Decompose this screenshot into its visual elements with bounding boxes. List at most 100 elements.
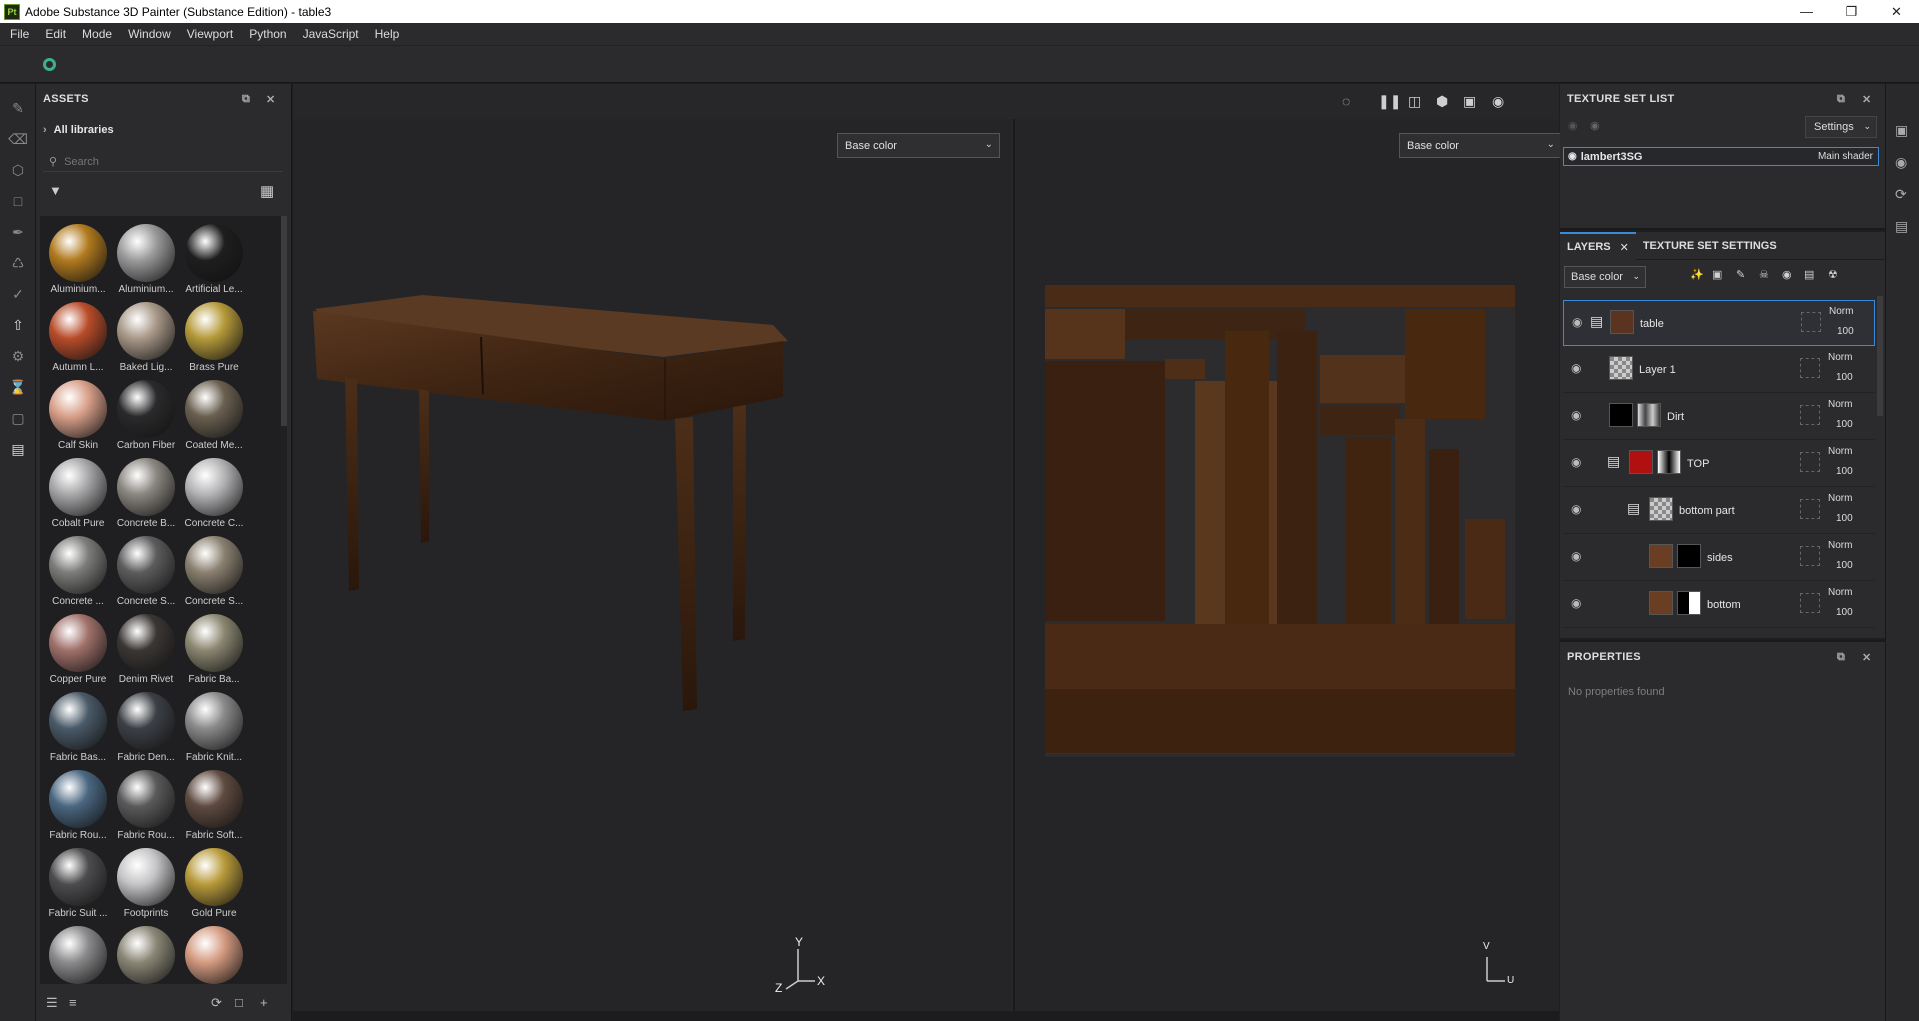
blend-mode[interactable]: Norm (1828, 399, 1852, 410)
maximize-icon[interactable]: ❐ (1829, 0, 1874, 23)
menu-viewport[interactable]: Viewport (179, 27, 241, 41)
layer-name[interactable]: Layer 1 (1639, 364, 1676, 376)
asset-thumbnail[interactable]: Fabric Ba... (180, 610, 248, 688)
close-tab-icon[interactable]: ✕ (1620, 241, 1629, 254)
close-icon[interactable]: ✕ (1874, 0, 1919, 23)
asset-thumbnail[interactable]: Fabric Suit ... (44, 844, 112, 922)
smudge-icon[interactable]: ✒ (8, 222, 28, 242)
layer-row[interactable]: ◉ Dirt Norm 100 (1563, 394, 1875, 440)
split-view-icon[interactable]: ◫ (1408, 93, 1421, 110)
color-picker-icon[interactable]: ✓ (8, 284, 28, 304)
asset-thumbnail[interactable]: Artificial Le... (180, 220, 248, 298)
layer-row[interactable]: ◉ ▤ TOP Norm 100 (1563, 441, 1875, 487)
projection-icon[interactable]: ⬡ (8, 160, 28, 180)
eye-icon[interactable]: ◉ (1571, 502, 1581, 516)
menu-help[interactable]: Help (367, 27, 408, 41)
asset-thumbnail[interactable]: Fabric Bas... (44, 688, 112, 766)
layer-name[interactable]: bottom (1707, 599, 1741, 611)
layer-name[interactable]: table (1640, 318, 1664, 330)
viewport-3d[interactable]: Base color ⌄ Y Z X (293, 119, 1011, 1011)
eye-icon[interactable]: ◉ (1572, 315, 1582, 329)
menu-python[interactable]: Python (241, 27, 294, 41)
eye-icon[interactable]: ◉ (1568, 151, 1577, 162)
eye-icon[interactable]: ◉ (1571, 408, 1581, 422)
grid-view-icon[interactable]: ▦ (260, 182, 274, 200)
tab-texture-set-settings[interactable]: TEXTURE SET SETTINGS (1636, 232, 1784, 260)
search-input[interactable] (64, 155, 265, 168)
layer-row[interactable]: ◉ Layer 1 Norm 100 (1563, 347, 1875, 393)
layer-opacity[interactable]: 100 (1836, 607, 1853, 618)
mask-slot[interactable] (1800, 405, 1820, 425)
menu-edit[interactable]: Edit (37, 27, 74, 41)
bake-icon[interactable]: ⚙ (8, 346, 28, 366)
blend-mode[interactable]: Norm (1828, 446, 1852, 457)
minimize-icon[interactable]: — (1784, 0, 1829, 23)
asset-thumbnail[interactable]: Fabric Rou... (112, 766, 180, 844)
hide-all-icon[interactable]: ◉ (1568, 119, 1578, 132)
close-panel-icon[interactable]: ✕ (266, 93, 276, 106)
menu-window[interactable]: Window (120, 27, 179, 41)
asset-thumbnail[interactable]: Carbon Fiber (112, 376, 180, 454)
sort-icon[interactable]: ≡ (69, 995, 77, 1010)
add-icon[interactable]: + (260, 995, 268, 1010)
layer-row[interactable]: ◉ ▤ table Norm 100 (1563, 300, 1875, 346)
add-folder-icon[interactable]: ▤ (1804, 268, 1814, 281)
add-effect-icon[interactable]: ✨ (1690, 268, 1704, 281)
close-panel-icon[interactable]: ✕ (1862, 93, 1872, 106)
asset-search[interactable]: ⚲ (43, 152, 283, 172)
new-window-icon[interactable]: □ (235, 995, 243, 1010)
add-smart-material-icon[interactable]: ◉ (1782, 268, 1792, 281)
layer-opacity[interactable]: 100 (1836, 419, 1853, 430)
asset-thumbnail[interactable]: Gold Pure (180, 844, 248, 922)
camera-mode-icon[interactable]: ▣ (1463, 93, 1476, 110)
uv-icon[interactable]: ▢ (8, 408, 28, 428)
asset-thumbnail[interactable]: Autumn L... (44, 298, 112, 376)
layer-name[interactable]: TOP (1687, 458, 1709, 470)
blend-mode[interactable]: Norm (1829, 306, 1853, 317)
shader-name[interactable]: Main shader (1818, 151, 1873, 162)
layer-name[interactable]: sides (1707, 552, 1733, 564)
asset-thumbnail[interactable]: Aluminium... (44, 220, 112, 298)
eraser-icon[interactable]: ⌫ (8, 129, 28, 149)
layer-name[interactable]: bottom part (1679, 505, 1735, 517)
list-view-icon[interactable]: ☰ (46, 995, 58, 1011)
eye-icon[interactable]: ◉ (1571, 549, 1581, 563)
close-panel-icon[interactable]: ✕ (1862, 651, 1872, 664)
clone-stamp-icon[interactable]: ♺ (8, 253, 28, 273)
asset-thumbnail[interactable]: Footprints (112, 844, 180, 922)
mask-slot[interactable] (1800, 546, 1820, 566)
display-settings-icon[interactable]: ▣ (1895, 122, 1908, 139)
layer-row[interactable]: ◉ ▤ bottom part Norm 100 (1563, 488, 1875, 534)
asset-thumbnail[interactable]: Fabric Knit... (180, 688, 248, 766)
layer-row[interactable]: ◉ bottom Norm 100 (1563, 582, 1875, 628)
export-icon[interactable]: ⇧ (8, 315, 28, 335)
add-mask-icon[interactable]: ▣ (1712, 268, 1722, 281)
eye-icon[interactable]: ◉ (1571, 361, 1581, 375)
asset-thumbnail[interactable]: Concrete ... (44, 532, 112, 610)
eye-icon[interactable]: ◉ (1571, 455, 1581, 469)
asset-thumbnail[interactable]: Aluminium... (112, 220, 180, 298)
cube-view-icon[interactable]: ⬢ (1436, 93, 1448, 110)
asset-thumbnail[interactable]: Baked Lig... (112, 298, 180, 376)
viewport-2d-uv[interactable]: Base color ⌄ V U (1013, 119, 1562, 1011)
mask-slot[interactable] (1800, 593, 1820, 613)
asset-thumbnail[interactable]: Cobalt Pure (44, 454, 112, 532)
screenshot-icon[interactable]: ◉ (1492, 93, 1504, 110)
menu-mode[interactable]: Mode (74, 27, 120, 41)
add-fill-layer-icon[interactable]: ☠ (1759, 268, 1769, 281)
layer-opacity[interactable]: 100 (1836, 466, 1853, 477)
asset-thumbnail[interactable]: Concrete S... (112, 532, 180, 610)
asset-thumbnail[interactable]: Denim Rivet (112, 610, 180, 688)
blend-mode[interactable]: Norm (1828, 540, 1852, 551)
tab-layers[interactable]: LAYERS ✕ (1560, 232, 1636, 260)
layer-opacity[interactable]: 100 (1836, 560, 1853, 571)
undock-icon[interactable]: ⧉ (242, 93, 250, 106)
history-icon[interactable]: ⟳ (1895, 186, 1907, 203)
mask-slot[interactable] (1801, 312, 1821, 332)
polygon-fill-icon[interactable]: □ (8, 191, 28, 211)
asset-thumbnail[interactable]: Copper Pure (44, 610, 112, 688)
layer-opacity[interactable]: 100 (1836, 372, 1853, 383)
viewport-scrollbar[interactable] (293, 1011, 1559, 1021)
hide-icon[interactable]: ◌ (1342, 93, 1350, 109)
asset-thumbnail[interactable] (180, 922, 248, 984)
